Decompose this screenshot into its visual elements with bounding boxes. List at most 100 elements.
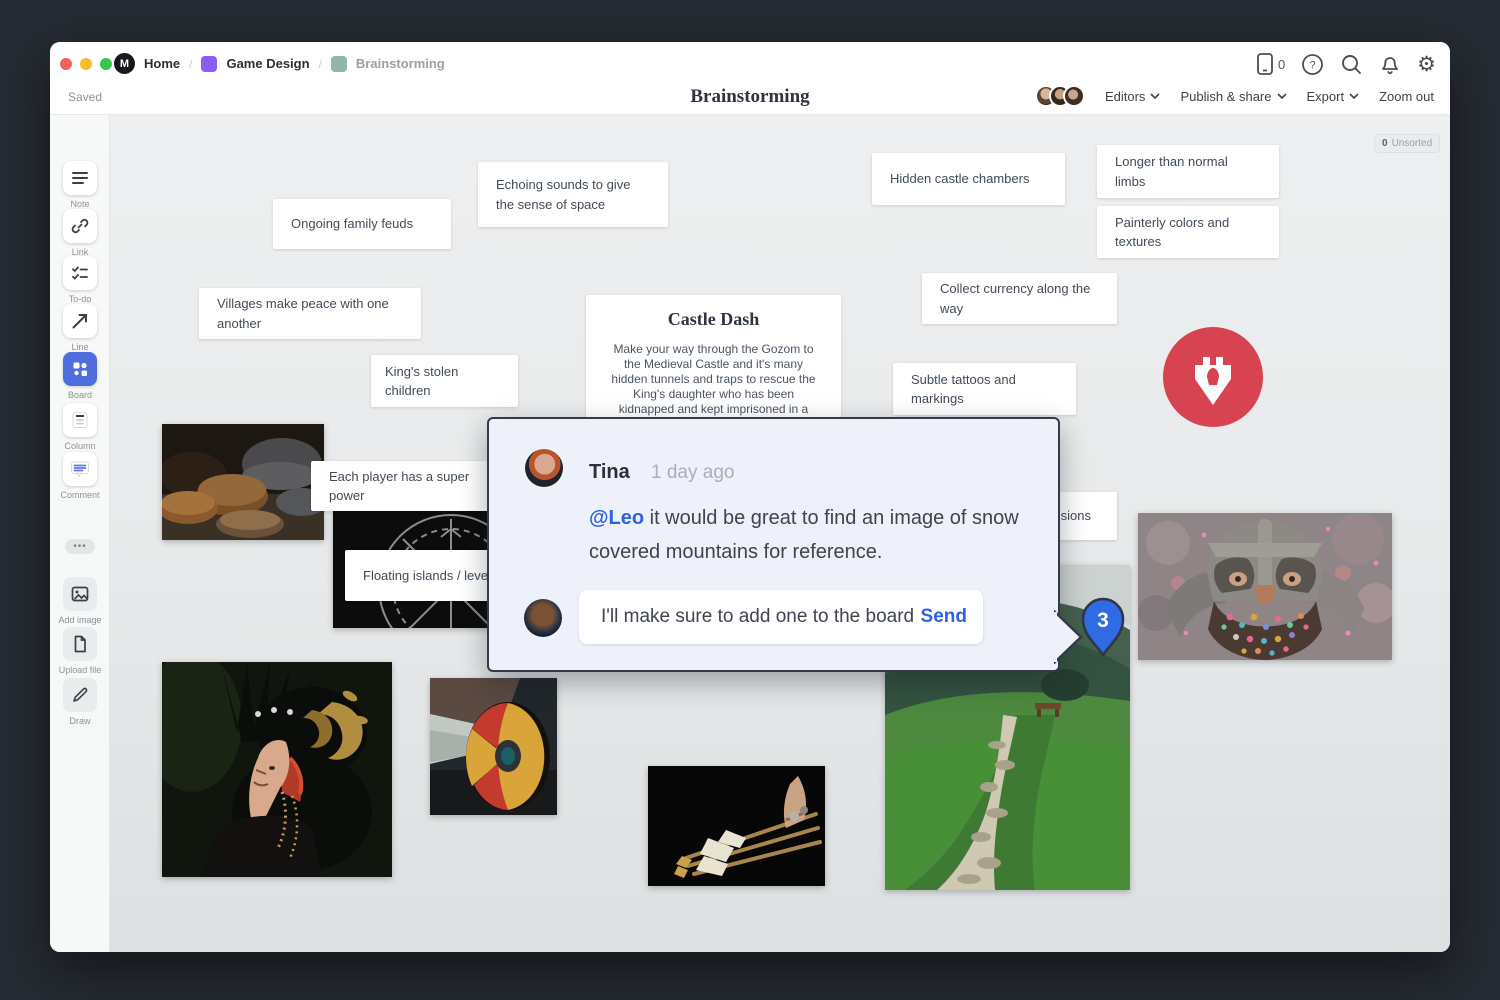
note-text: Painterly colors and textures — [1115, 213, 1261, 252]
maximize-window-button[interactable] — [100, 58, 112, 70]
send-button[interactable]: Send — [921, 606, 967, 628]
line-arrow-icon — [70, 311, 90, 331]
notifications-button[interactable] — [1379, 53, 1401, 76]
note-card[interactable]: Longer than normal limbs — [1097, 145, 1279, 198]
zoom-out-button[interactable]: Zoom out — [1379, 89, 1434, 104]
tool-link[interactable]: Link — [50, 209, 110, 257]
note-card[interactable]: Hidden castle chambers — [872, 153, 1065, 205]
avatar-leo — [524, 599, 562, 637]
close-window-button[interactable] — [60, 58, 72, 70]
phone-icon — [1256, 52, 1274, 76]
todo-icon — [70, 263, 90, 283]
board-chip-game-design-icon[interactable] — [201, 56, 217, 72]
breadcrumb-separator: / — [319, 57, 322, 71]
viking-helmet-photo[interactable] — [1138, 513, 1392, 660]
board-canvas[interactable]: 0 Unsorted Ongoing family feuds Echoing … — [110, 115, 1450, 952]
unsorted-badge[interactable]: 0 Unsorted — [1374, 134, 1440, 153]
avatar-tina — [525, 449, 563, 487]
note-text: Longer than normal limbs — [1115, 152, 1261, 191]
breadcrumb-home[interactable]: Home — [144, 56, 180, 71]
device-sync-button[interactable]: 0 — [1256, 52, 1285, 76]
tool-add-image-label: Add image — [58, 615, 101, 625]
note-card[interactable]: Subtle tattoos and markings — [893, 363, 1076, 415]
note-card[interactable]: Each player has a super power — [311, 461, 496, 511]
round-shield-photo[interactable] — [430, 678, 557, 815]
comment-reply-input[interactable]: I'll make sure to add one to the board S… — [579, 590, 983, 644]
note-card[interactable]: Villages make peace with one another — [199, 288, 421, 339]
note-text: Echoing sounds to give the sense of spac… — [496, 175, 650, 214]
note-card[interactable]: Echoing sounds to give the sense of spac… — [478, 162, 668, 227]
export-label: Export — [1307, 89, 1345, 104]
mention-link[interactable]: @Leo — [589, 507, 644, 529]
chevron-down-icon — [1277, 93, 1287, 100]
chevron-down-icon — [1150, 93, 1160, 100]
board-icon — [70, 359, 90, 379]
breadcrumb: M Home / Game Design / Brainstorming — [114, 53, 445, 74]
tool-note[interactable]: Note — [50, 161, 110, 209]
window-controls — [60, 58, 112, 70]
app-window: M Home / Game Design / Brainstorming 0 ? — [50, 42, 1450, 952]
note-card[interactable]: Ongoing family feuds — [273, 199, 451, 249]
note-text: Hidden castle chambers — [890, 169, 1029, 189]
help-button[interactable]: ? — [1301, 53, 1324, 76]
note-text: Ongoing family feuds — [291, 214, 413, 234]
tool-draw[interactable]: Draw — [50, 678, 110, 726]
note-card[interactable]: Collect currency along the way — [922, 273, 1117, 324]
breadcrumb-game-design[interactable]: Game Design — [226, 56, 309, 71]
editor-avatars[interactable] — [1035, 85, 1085, 107]
publish-share-dropdown[interactable]: Publish & share — [1180, 89, 1286, 104]
tool-comment-label: Comment — [60, 490, 99, 500]
headdress-portrait-photo[interactable] — [162, 662, 392, 877]
coins-photo[interactable] — [162, 424, 324, 540]
device-count: 0 — [1278, 57, 1285, 72]
left-toolbar: Note Link To-do Line Board Column Commen… — [50, 115, 110, 952]
pin-count: 3 — [1097, 609, 1109, 632]
tool-column-label: Column — [64, 441, 95, 451]
comment-timestamp: 1 day ago — [651, 462, 734, 484]
chevron-down-icon — [1349, 93, 1359, 100]
settings-button[interactable]: ⚙ — [1417, 54, 1436, 75]
breadcrumb-separator: / — [189, 57, 192, 71]
comment-pin[interactable]: 3 — [1079, 596, 1127, 663]
note-text: Subtle tattoos and markings — [911, 370, 1058, 409]
board-chip-brainstorming-icon[interactable] — [331, 56, 347, 72]
tool-comment[interactable]: Comment — [50, 452, 110, 500]
comment-icon — [69, 459, 91, 479]
search-button[interactable] — [1340, 53, 1363, 76]
tool-line[interactable]: Line — [50, 304, 110, 352]
tool-todo-label: To-do — [69, 294, 92, 304]
note-text: Each player has a super power — [329, 467, 478, 506]
sub-header-actions: Editors Publish & share Export Zoom out — [1035, 85, 1434, 107]
milanote-logo-icon[interactable]: M — [114, 53, 135, 74]
tool-board[interactable]: Board — [50, 352, 110, 400]
minimize-window-button[interactable] — [80, 58, 92, 70]
add-image-icon — [70, 584, 90, 604]
header-bar: M Home / Game Design / Brainstorming 0 ? — [50, 42, 1450, 115]
arrows-photo[interactable] — [648, 766, 825, 886]
tool-board-label: Board — [68, 390, 92, 400]
note-card[interactable]: Painterly colors and textures — [1097, 206, 1279, 258]
svg-text:?: ? — [1310, 59, 1316, 71]
tool-upload-file[interactable]: Upload file — [50, 627, 110, 675]
export-dropdown[interactable]: Export — [1307, 89, 1360, 104]
zoom-out-label: Zoom out — [1379, 89, 1434, 104]
breadcrumb-brainstorming: Brainstorming — [356, 56, 445, 71]
avatar — [1063, 85, 1085, 107]
editors-dropdown[interactable]: Editors — [1105, 89, 1160, 104]
comment-popup[interactable]: Tina 1 day ago @Leo it would be great to… — [487, 417, 1060, 672]
tool-line-label: Line — [71, 342, 88, 352]
tool-add-image[interactable]: Add image — [50, 577, 110, 625]
reply-draft-text: I'll make sure to add one to the board — [601, 606, 921, 628]
upload-file-icon — [70, 634, 90, 654]
unsorted-label: Unsorted — [1392, 138, 1433, 149]
note-icon — [70, 168, 90, 188]
tool-todo[interactable]: To-do — [50, 256, 110, 304]
tool-more[interactable]: ••• — [50, 539, 110, 554]
castle-crest-logo[interactable] — [1163, 327, 1263, 427]
editors-label: Editors — [1105, 89, 1145, 104]
note-card[interactable]: King's stolen children — [371, 355, 518, 407]
search-icon — [1340, 53, 1363, 76]
tool-draw-label: Draw — [69, 716, 90, 726]
tool-column[interactable]: Column — [50, 403, 110, 451]
note-text: King's stolen children — [385, 362, 504, 401]
